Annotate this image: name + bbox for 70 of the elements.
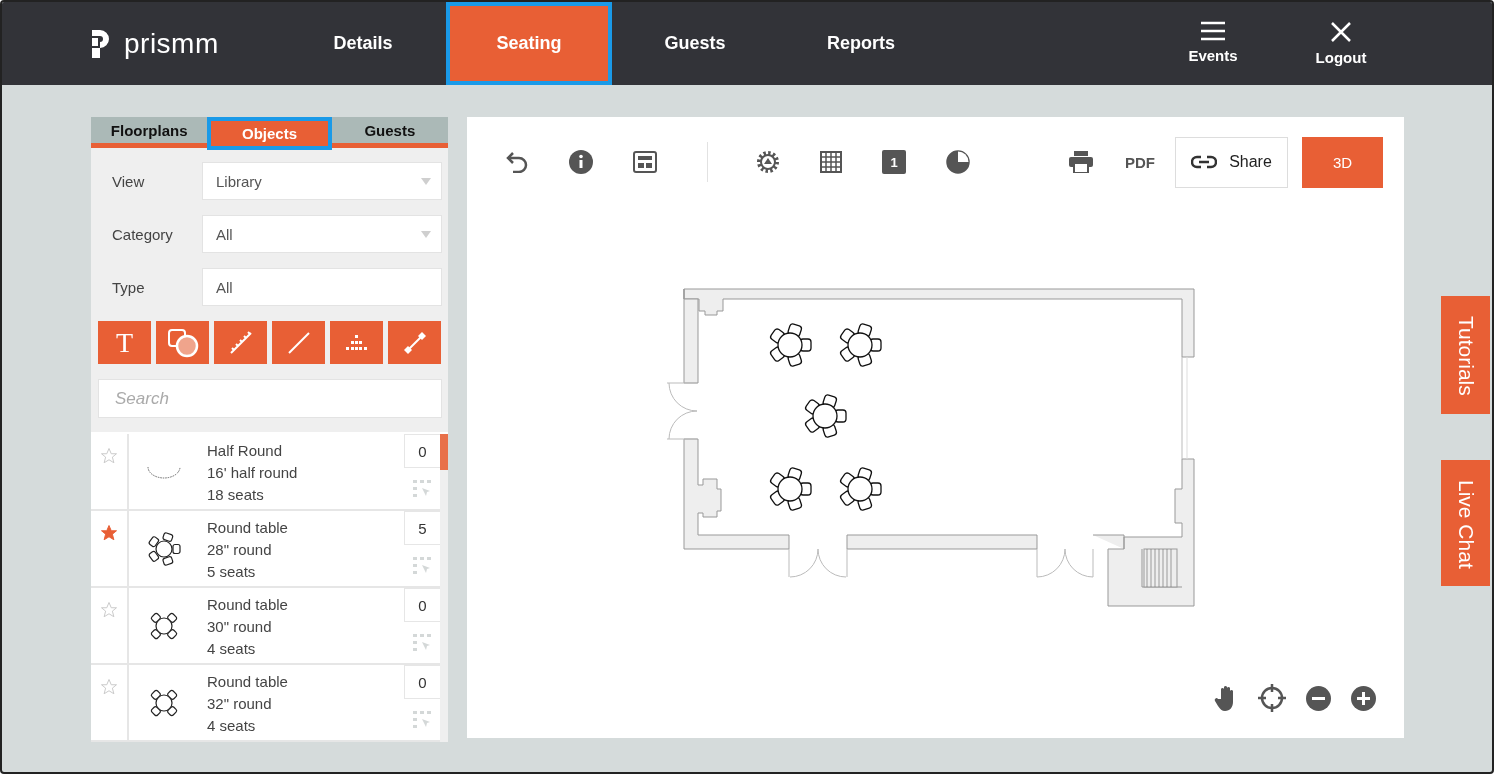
- tool-button[interactable]: [272, 321, 325, 364]
- object-size: 16' half round: [207, 463, 299, 483]
- zoom-out-icon[interactable]: [1306, 685, 1331, 711]
- object-size: 32" round: [207, 694, 273, 714]
- caret-icon: [421, 230, 431, 238]
- undo-icon[interactable]: [505, 151, 529, 173]
- dropdown-field[interactable]: All: [202, 215, 442, 253]
- round-table-icon: [145, 529, 183, 568]
- tool-button[interactable]: [156, 321, 209, 364]
- caret-icon: [421, 177, 431, 185]
- star-icon[interactable]: [100, 524, 118, 542]
- zoom-in-icon[interactable]: [1351, 685, 1376, 711]
- object-name: Round table: [207, 672, 289, 692]
- nav-action-button[interactable]: Events: [1172, 20, 1254, 67]
- tool-button[interactable]: [214, 321, 267, 364]
- object-name: Round table: [207, 518, 289, 538]
- filter-label: Category: [111, 225, 174, 243]
- close-icon: [1330, 21, 1352, 43]
- logo-icon: [90, 27, 112, 60]
- object-name: Round table: [207, 595, 289, 615]
- object-list-item[interactable]: Round table 30" round 4 seats 0: [91, 588, 440, 665]
- search-field[interactable]: Search: [98, 379, 442, 418]
- print-icon[interactable]: [1069, 151, 1093, 173]
- count-field[interactable]: 5: [404, 511, 440, 545]
- object-seats: 18 seats: [207, 484, 404, 506]
- measure-icon: [402, 330, 427, 355]
- object-list-item[interactable]: Half Round 16' half round 18 seats 0: [91, 434, 440, 511]
- layout-icon[interactable]: [633, 151, 657, 173]
- star-icon[interactable]: [100, 601, 118, 619]
- grid-icon[interactable]: [820, 151, 842, 173]
- object-seats: 5 seats: [207, 561, 404, 583]
- nav-tab[interactable]: Reports: [778, 2, 944, 85]
- shapes-icon: [166, 327, 199, 358]
- dropdown-field[interactable]: Library: [202, 162, 442, 200]
- pie-icon[interactable]: [946, 150, 970, 174]
- nav-action-button[interactable]: Logout: [1300, 20, 1382, 67]
- object-size: 28" round: [207, 540, 273, 560]
- dots-icon: [344, 334, 369, 351]
- panel-tab[interactable]: Guests: [331, 117, 448, 143]
- menu-icon: [1200, 21, 1226, 41]
- object-seats: 4 seats: [207, 638, 404, 660]
- scrollbar-thumb[interactable]: [440, 434, 448, 470]
- object-list-item[interactable]: Round table 32" round 4 seats 0: [91, 665, 440, 742]
- pdf-button[interactable]: PDF: [1119, 152, 1161, 172]
- object-size: 30" round: [207, 617, 273, 637]
- nav-tab[interactable]: Details: [280, 2, 446, 85]
- input-field[interactable]: All: [202, 268, 442, 306]
- filter-label: Type: [111, 278, 146, 296]
- count-field[interactable]: 0: [404, 588, 440, 622]
- link-icon: [1191, 155, 1218, 169]
- count-field[interactable]: 0: [404, 434, 440, 468]
- tool-button[interactable]: [388, 321, 441, 364]
- page-number-button[interactable]: 1: [882, 150, 906, 174]
- star-icon[interactable]: [100, 678, 118, 696]
- line-icon: [286, 330, 311, 355]
- object-name: Half Round: [207, 441, 284, 461]
- info-icon[interactable]: [569, 150, 593, 174]
- filter-label: View: [111, 172, 146, 190]
- star-icon[interactable]: [100, 447, 118, 465]
- nav-tab[interactable]: Guests: [612, 2, 778, 85]
- tool-button[interactable]: [330, 321, 383, 364]
- object-list-item[interactable]: Round table 28" round 5 seats 5: [91, 511, 440, 588]
- panel-tab[interactable]: Floorplans: [91, 117, 208, 143]
- brand-name: prismm: [124, 27, 219, 60]
- crosshair-icon[interactable]: [1258, 684, 1286, 712]
- share-button[interactable]: Share: [1175, 136, 1288, 188]
- settings-icon[interactable]: [756, 150, 780, 174]
- count-field[interactable]: 0: [404, 665, 440, 699]
- half-round-table-icon: [147, 464, 181, 479]
- object-seats: 4 seats: [207, 715, 404, 737]
